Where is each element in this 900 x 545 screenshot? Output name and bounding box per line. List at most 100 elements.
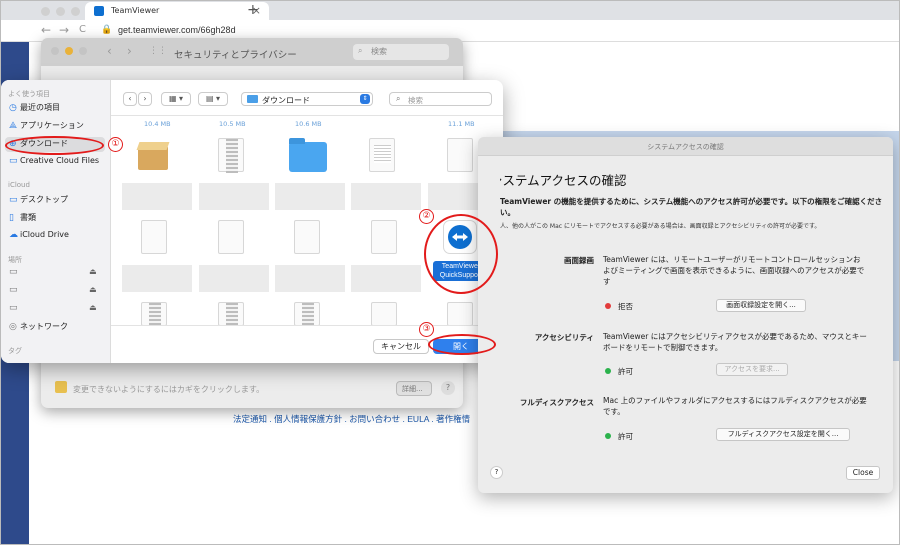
blank-file-icon[interactable] [218, 220, 244, 254]
full-disk-access-status: 許可 [618, 432, 633, 441]
forward-nav-button[interactable]: › [138, 92, 152, 106]
blank-file-icon[interactable] [141, 220, 167, 254]
annotation-ring-teamviewer [424, 214, 498, 294]
url-input[interactable]: get.teamviewer.com/66gh28d [118, 25, 236, 35]
sidebar-item-label: iCloud Drive [20, 230, 69, 239]
prefs-details-button[interactable]: 詳細... [396, 381, 432, 396]
prefs-title: セキュリティとプライバシー [174, 50, 297, 61]
prefs-back-icon[interactable]: ‹ [107, 44, 112, 58]
annotation-ring-open [428, 334, 496, 355]
prefs-close-icon[interactable] [51, 47, 59, 55]
sidebar-item-applications[interactable]: ⟁ アプリケーション [9, 120, 84, 134]
sidebar-item-label: Creative Cloud Files [20, 156, 100, 165]
prefs-forward-icon[interactable]: › [127, 44, 132, 58]
document-file-icon[interactable] [371, 302, 397, 326]
file-size: 11.1 MB [448, 120, 475, 128]
file-name-placeholder [275, 183, 345, 210]
search-icon: ⌕ [396, 94, 401, 103]
accessibility-status: 許可 [618, 367, 633, 376]
prefs-minimize-icon[interactable] [65, 47, 73, 55]
sidebar-item-disk-2[interactable]: ▭ ⏏ [9, 285, 97, 299]
reload-button[interactable]: C [79, 24, 86, 35]
close-button[interactable]: Close [846, 466, 880, 480]
footer-links[interactable]: 法定通知 . 個人情報保護方針 . お問い合わせ . EULA . 著作権情 [233, 413, 470, 425]
tags-header: タグ [8, 347, 22, 355]
file-size: 10.6 MB [295, 120, 322, 128]
network-icon: ◎ [9, 322, 17, 332]
prefs-titlebar: ‹ › ⋮⋮ セキュリティとプライバシー ⌕ 検索 [41, 38, 463, 66]
screen-recording-description: TeamViewer には、リモートユーザーがリモートコントロールセッションおよ… [603, 255, 865, 286]
blank-file-icon[interactable] [371, 220, 397, 254]
browser-tab[interactable]: TeamViewer × [85, 2, 269, 20]
cancel-button[interactable]: キャンセル [373, 339, 429, 354]
file-name-placeholder [122, 265, 192, 292]
file-name-placeholder [122, 183, 192, 210]
zip-file-icon[interactable] [218, 138, 244, 173]
prefs-search-input[interactable]: ⌕ 検索 [353, 44, 449, 60]
system-access-intro: TeamViewer の機能を提供するために、システム機能へのアクセス許可が必要… [500, 197, 883, 217]
sidebar-item-disk-3[interactable]: ▭ ⏏ [9, 303, 97, 317]
sidebar-item-desktop[interactable]: ▭ デスクトップ [9, 194, 68, 208]
browser-tab-bar: TeamViewer × + [1, 1, 899, 20]
annotation-step-2: ② [419, 209, 434, 224]
annotation-ring-downloads [5, 136, 104, 155]
open-screen-recording-settings-button[interactable]: 画面収録設定を開く... [716, 299, 806, 312]
file-name-placeholder [199, 183, 269, 210]
sidebar-item-icloud-drive[interactable]: ☁ iCloud Drive [9, 230, 69, 244]
file-size: 10.4 MB [144, 120, 171, 128]
blank-file-icon[interactable] [447, 138, 473, 172]
eject-icon[interactable]: ⏏ [89, 267, 97, 276]
zip-file-icon[interactable] [141, 302, 167, 327]
cloud-icon: ☁ [9, 230, 18, 240]
window-minimize-icon[interactable] [56, 7, 65, 16]
view-mode-button[interactable]: ▦ ▾ [161, 92, 191, 106]
open-full-disk-access-settings-button[interactable]: フルディスクアクセス設定を開く... [716, 428, 850, 441]
back-button[interactable]: ← [41, 23, 51, 37]
icloud-header: iCloud [8, 181, 30, 189]
sidebar-item-documents[interactable]: ▯ 書類 [9, 212, 36, 226]
back-nav-button[interactable]: ‹ [123, 92, 137, 106]
file-search-input[interactable]: ⌕ 検索 [389, 92, 492, 106]
file-dialog-toolbar: ‹ › ▦ ▾ ▤ ▾ ダウンロード ⇕ ⌕ 検索 [111, 80, 503, 116]
sidebar-item-disk-1[interactable]: ▭ ⏏ [9, 267, 97, 281]
system-access-dialog: システムアクセスの確認 システムアクセスの確認 TeamViewer の機能を提… [478, 137, 893, 493]
forward-button[interactable]: → [59, 23, 69, 37]
accessibility-description: TeamViewer にはアクセシビリティアクセスが必要であるため、マウスとキー… [603, 332, 867, 352]
drive-icon: ▭ [9, 267, 18, 277]
window-close-icon[interactable] [41, 7, 50, 16]
request-access-button[interactable]: アクセスを要求... [716, 363, 788, 376]
accessibility-label: アクセシビリティ [534, 333, 594, 342]
zip-file-icon[interactable] [294, 302, 320, 327]
system-access-heading: システムアクセスの確認 [500, 170, 800, 189]
document-file-icon[interactable] [447, 302, 473, 326]
system-access-titlebar: システムアクセスの確認 [478, 137, 893, 156]
window-zoom-icon[interactable] [71, 7, 80, 16]
sidebar-item-recents[interactable]: ◷ 最近の項目 [9, 102, 60, 116]
eject-icon[interactable]: ⏏ [89, 285, 97, 294]
annotation-step-3: ③ [419, 322, 434, 337]
eject-icon[interactable]: ⏏ [89, 303, 97, 312]
padlock-icon[interactable] [55, 381, 67, 393]
folder-icon[interactable] [289, 138, 327, 172]
prefs-zoom-icon[interactable] [79, 47, 87, 55]
new-tab-button[interactable]: + [247, 2, 259, 18]
zip-file-icon[interactable] [218, 302, 244, 327]
file-name-placeholder [351, 183, 421, 210]
file-name-placeholder [351, 265, 421, 292]
document-file-icon[interactable] [369, 138, 395, 172]
folder-icon: ▭ [9, 156, 18, 166]
package-icon[interactable] [136, 138, 172, 174]
help-button[interactable]: ? [490, 466, 503, 479]
sidebar-item-creative-cloud[interactable]: ▭ Creative Cloud Files [9, 156, 99, 170]
prefs-grid-icon[interactable]: ⋮⋮ [149, 46, 167, 56]
location-dropdown[interactable]: ダウンロード ⇕ [241, 92, 373, 106]
sidebar-item-network[interactable]: ◎ ネットワーク [9, 321, 68, 335]
group-mode-button[interactable]: ▤ ▾ [198, 92, 228, 106]
drive-icon: ▭ [9, 285, 18, 295]
full-disk-access-description: Mac 上のファイルやフォルダにアクセスするにはフルディスクアクセスが必要です。 [603, 396, 867, 416]
chevron-updown-icon: ⇕ [360, 94, 370, 104]
blank-file-icon[interactable] [294, 220, 320, 254]
location-label: ダウンロード [262, 96, 310, 105]
status-allowed-icon [605, 368, 611, 374]
prefs-help-button[interactable]: ? [441, 381, 455, 395]
